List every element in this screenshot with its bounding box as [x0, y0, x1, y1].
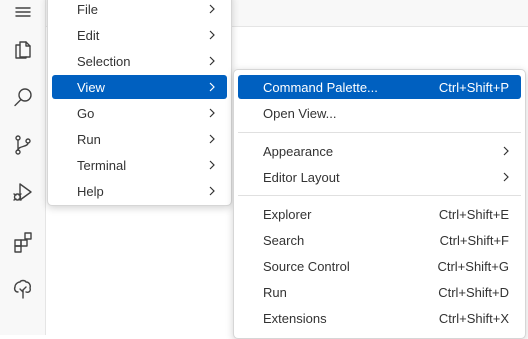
menu-item-terminal[interactable]: Terminal — [52, 153, 227, 177]
menu-item-label: Command Palette... — [263, 79, 378, 95]
menu-item-shortcut: Ctrl+Shift+X — [438, 310, 509, 326]
menu-item-label: Edit — [77, 27, 100, 43]
extensions-icon[interactable] — [0, 222, 46, 262]
menu-item-go[interactable]: Go — [52, 101, 227, 125]
chevron-right-icon — [206, 133, 218, 145]
menu-item-label: Explorer — [263, 206, 312, 222]
menu-item-open-view[interactable]: Open View... — [238, 101, 521, 125]
chevron-right-icon — [206, 55, 218, 67]
main-menu: File Edit Selection View Go Run Terminal… — [47, 0, 232, 206]
chevron-right-icon — [206, 81, 218, 93]
run-debug-icon[interactable] — [0, 172, 46, 212]
menu-item-label: Editor Layout — [263, 169, 340, 185]
menu-item-label: Terminal — [77, 157, 127, 173]
files-icon[interactable] — [0, 29, 46, 69]
menu-separator — [238, 132, 521, 133]
chevron-right-icon — [500, 171, 512, 183]
menu-item-label: Search — [263, 232, 305, 248]
menu-item-command-palette[interactable]: Command Palette... Ctrl+Shift+P — [238, 75, 521, 99]
menu-item-label: Run — [77, 131, 101, 147]
search-icon[interactable] — [0, 77, 46, 117]
menu-item-shortcut: Ctrl+Shift+D — [438, 284, 509, 300]
menu-item-label: View — [77, 79, 105, 95]
menu-item-label: File — [77, 1, 98, 17]
menu-item-edit[interactable]: Edit — [52, 23, 227, 47]
menu-item-label: Open View... — [263, 105, 337, 121]
chevron-right-icon — [206, 3, 218, 15]
hamburger-menu-icon[interactable] — [0, 0, 46, 32]
menu-item-view[interactable]: View — [52, 75, 227, 99]
menu-item-run[interactable]: Run Ctrl+Shift+D — [238, 280, 521, 304]
menu-item-extensions[interactable]: Extensions Ctrl+Shift+X — [238, 306, 521, 330]
menu-item-label: Source Control — [263, 258, 350, 274]
chevron-right-icon — [206, 159, 218, 171]
menu-item-label: Help — [77, 183, 104, 199]
menu-item-source-control[interactable]: Source Control Ctrl+Shift+G — [238, 254, 521, 278]
menu-item-shortcut: Ctrl+Shift+G — [437, 258, 509, 274]
menu-item-appearance[interactable]: Appearance — [238, 139, 521, 163]
menu-item-label: Run — [263, 284, 287, 300]
menu-item-label: Selection — [77, 53, 131, 69]
menu-item-editor-layout[interactable]: Editor Layout — [238, 165, 521, 189]
chevron-right-icon — [206, 29, 218, 41]
menu-item-shortcut: Ctrl+Shift+F — [439, 232, 509, 248]
menu-item-explorer[interactable]: Explorer Ctrl+Shift+E — [238, 202, 521, 226]
view-submenu: Command Palette... Ctrl+Shift+P Open Vie… — [233, 69, 526, 339]
chevron-right-icon — [206, 107, 218, 119]
chevron-right-icon — [206, 185, 218, 197]
menu-separator — [238, 195, 521, 196]
activity-bar — [0, 0, 46, 335]
menu-item-selection[interactable]: Selection — [52, 49, 227, 73]
menu-item-help[interactable]: Help — [52, 179, 227, 203]
menu-item-search[interactable]: Search Ctrl+Shift+F — [238, 228, 521, 252]
tree-icon[interactable] — [0, 269, 46, 309]
source-control-icon[interactable] — [0, 125, 46, 165]
chevron-right-icon — [500, 145, 512, 157]
menu-item-shortcut: Ctrl+Shift+P — [438, 79, 509, 95]
menu-item-label: Appearance — [263, 143, 334, 159]
menu-item-file[interactable]: File — [52, 0, 227, 21]
menu-item-label: Go — [77, 105, 95, 121]
menu-item-label: Extensions — [263, 310, 327, 326]
menu-item-run[interactable]: Run — [52, 127, 227, 151]
menu-item-shortcut: Ctrl+Shift+E — [438, 206, 509, 222]
